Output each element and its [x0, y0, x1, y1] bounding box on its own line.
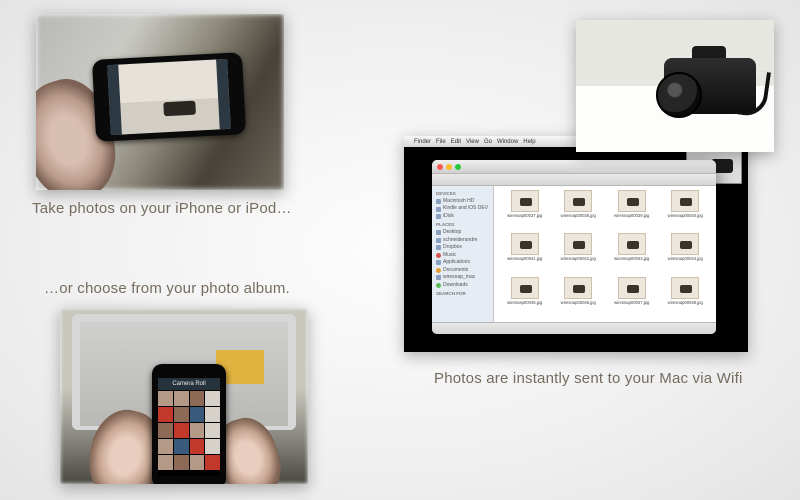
file-item: wiresnap00044.jpg: [661, 233, 711, 274]
file-thumbnail-icon: [511, 233, 539, 255]
folder-icon: [436, 245, 441, 250]
music-icon: [436, 253, 441, 258]
sidebar-header-devices: DEVICES: [436, 191, 489, 198]
menubar-item: Window: [497, 139, 518, 145]
sidebar-item: wiresnap_mac: [436, 274, 489, 282]
file-item: wiresnap00045.jpg: [500, 277, 550, 318]
file-item: wiresnap00048.jpg: [661, 277, 711, 318]
file-thumbnail-icon: [618, 233, 646, 255]
file-thumbnail-icon: [511, 277, 539, 299]
menubar-item: Finder: [414, 139, 431, 145]
downloads-icon: [436, 283, 441, 288]
file-item: wiresnap00042.jpg: [554, 233, 604, 274]
sidebar-item: Dropbox: [436, 244, 489, 252]
menubar-item: View: [466, 139, 479, 145]
iphone-photo-grid: [158, 391, 220, 476]
sidebar-item: Macintosh HD: [436, 198, 489, 206]
traffic-light-minimize-icon: [446, 164, 452, 170]
sidebar-item: schneiderandre: [436, 237, 489, 245]
documents-icon: [436, 268, 441, 273]
finder-status-bar: [432, 322, 716, 334]
file-item: wiresnap00046.jpg: [554, 277, 604, 318]
file-item: wiresnap00043.jpg: [607, 233, 657, 274]
finder-window: DEVICES Macintosh HD Kindle and iOS DEV …: [432, 160, 716, 334]
file-thumbnail-icon: [671, 277, 699, 299]
file-item: wiresnap00039.jpg: [607, 190, 657, 231]
menubar-item: Help: [523, 139, 535, 145]
sidebar-item: Applications: [436, 259, 489, 267]
file-thumbnail-icon: [618, 277, 646, 299]
promo-photo-mac-desktop: Finder File Edit View Go Window Help DEV…: [404, 136, 748, 352]
file-thumbnail-icon: [564, 277, 592, 299]
drive-icon: [436, 214, 441, 219]
caption-sent-to-mac: Photos are instantly sent to your Mac vi…: [434, 370, 743, 387]
home-icon: [436, 238, 441, 243]
sidebar-item: Downloads: [436, 282, 489, 290]
sidebar-item: iDisk: [436, 213, 489, 221]
drive-icon: [436, 199, 441, 204]
sidebar-item: Desktop: [436, 229, 489, 237]
finder-file-grid: wiresnap00037.jpg wiresnap00038.jpg wire…: [494, 186, 716, 322]
apps-icon: [436, 260, 441, 265]
file-thumbnail-icon: [618, 190, 646, 212]
sidebar-item: Kindle and iOS DEV: [436, 205, 489, 213]
iphone-camera-viewfinder: [107, 59, 230, 135]
viewfinder-subject-icon: [163, 101, 196, 117]
folder-icon: [436, 275, 441, 280]
sidebar-header-places: PLACES: [436, 222, 489, 229]
sidebar-item: Documents: [436, 267, 489, 275]
drive-icon: [436, 207, 441, 212]
file-thumbnail-icon: [564, 190, 592, 212]
sidebar-item: Music: [436, 252, 489, 260]
file-item: wiresnap00041.jpg: [500, 233, 550, 274]
iphone-album-titlebar: Camera Roll: [158, 378, 220, 390]
sidebar-header-search: SEARCH FOR: [436, 291, 489, 298]
iphone-device: Camera Roll: [152, 364, 226, 484]
menubar-item: File: [436, 139, 446, 145]
menubar-item: Go: [484, 139, 492, 145]
caption-take-photos: Take photos on your iPhone or iPod…: [32, 200, 292, 217]
promo-photo-camera: [576, 20, 774, 152]
traffic-light-close-icon: [437, 164, 443, 170]
file-thumbnail-icon: [564, 233, 592, 255]
menubar-item: Edit: [451, 139, 461, 145]
file-thumbnail-icon: [671, 233, 699, 255]
file-item: wiresnap00038.jpg: [554, 190, 604, 231]
finder-toolbar: [432, 174, 716, 186]
file-item: wiresnap00040.jpg: [661, 190, 711, 231]
file-thumbnail-icon: [511, 190, 539, 212]
finder-titlebar: [432, 160, 716, 174]
file-item: wiresnap00047.jpg: [607, 277, 657, 318]
iphone-device: [92, 52, 246, 142]
file-item: wiresnap00037.jpg: [500, 190, 550, 231]
folder-icon: [436, 230, 441, 235]
finder-sidebar: DEVICES Macintosh HD Kindle and iOS DEV …: [432, 186, 494, 322]
promo-photo-album: Camera Roll: [60, 308, 308, 484]
camera-right-strip: [216, 59, 231, 129]
caption-choose-album: …or choose from your photo album.: [44, 280, 290, 297]
camera-lens-icon: [656, 72, 702, 118]
file-thumbnail-icon: [671, 190, 699, 212]
traffic-light-zoom-icon: [455, 164, 461, 170]
promo-photo-take: [36, 14, 284, 190]
